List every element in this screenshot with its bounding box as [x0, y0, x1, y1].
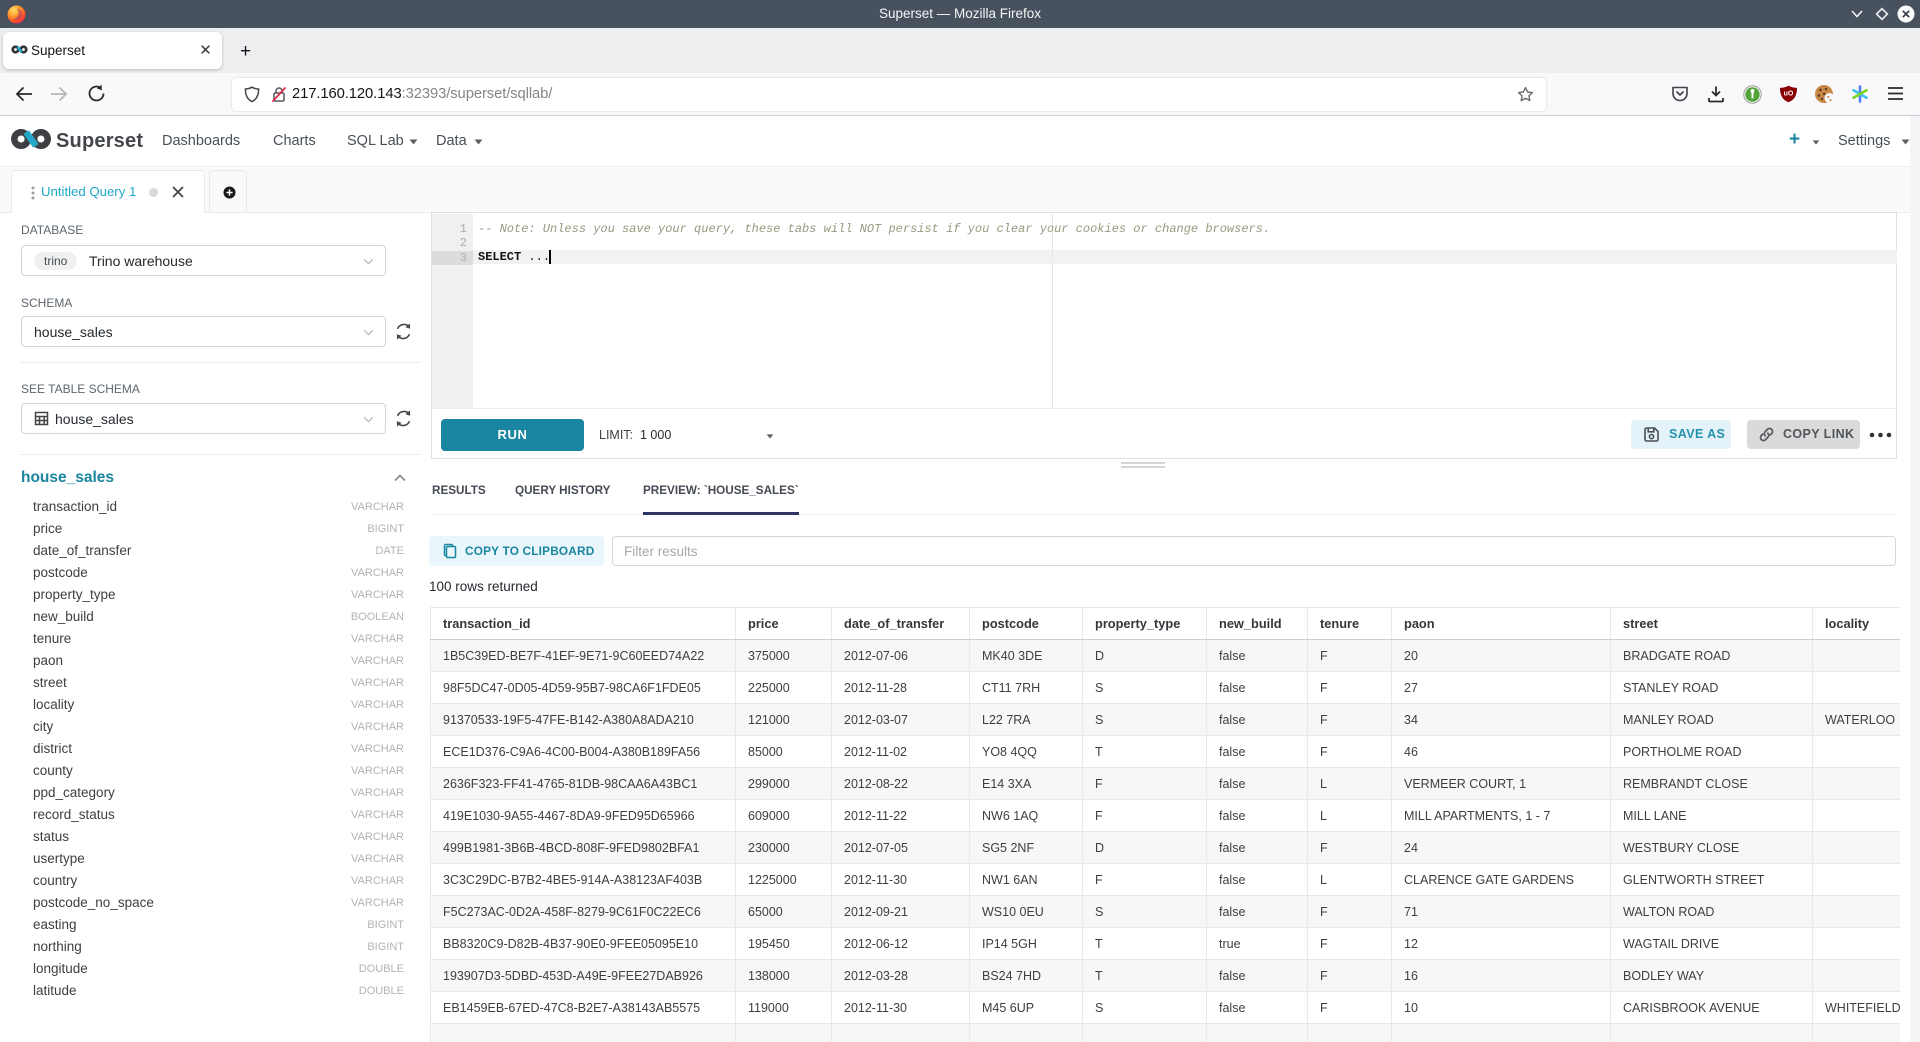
- svg-text:uO: uO: [1784, 91, 1794, 98]
